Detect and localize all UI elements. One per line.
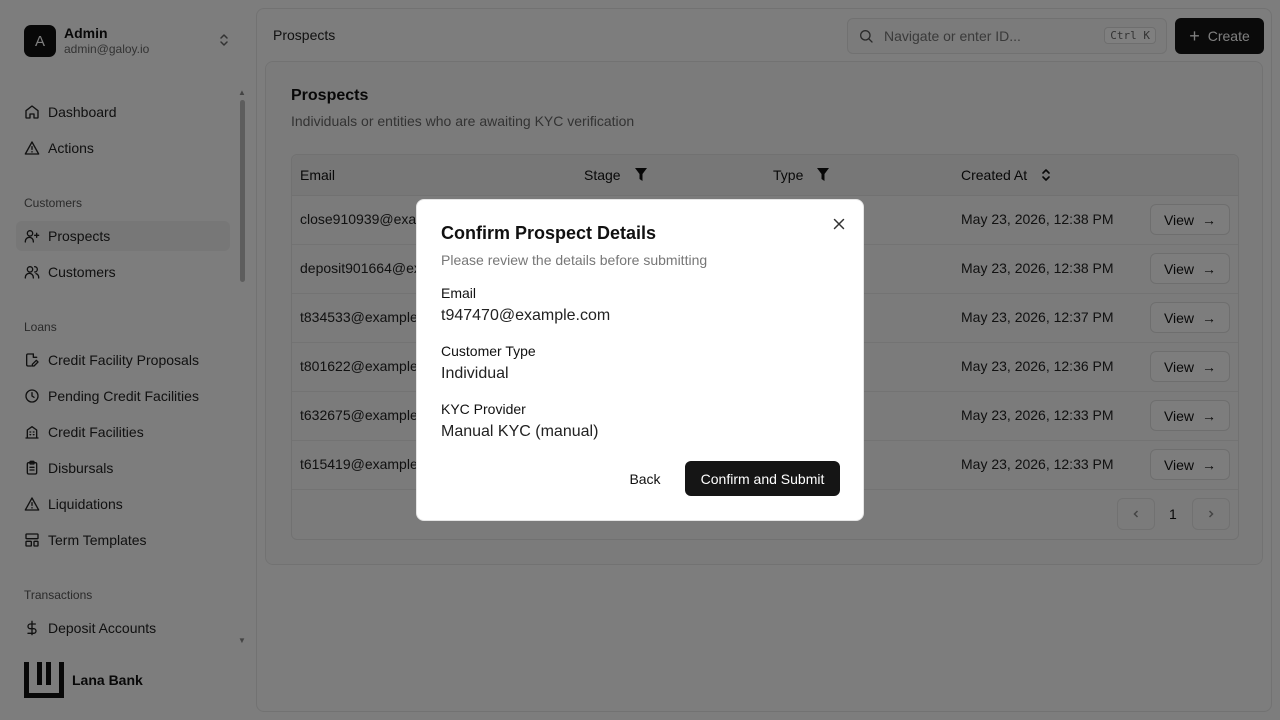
confirm-dialog: Confirm Prospect Details Please review t… <box>416 199 864 521</box>
field-label-customer-type: Customer Type <box>441 343 536 359</box>
field-value-email: t947470@example.com <box>441 307 611 324</box>
field-label-kyc-provider: KYC Provider <box>441 401 526 417</box>
field-value-kyc-provider: Manual KYC (manual) <box>441 423 599 440</box>
field-label-email: Email <box>441 285 477 301</box>
back-button[interactable]: Back <box>617 462 673 496</box>
close-icon[interactable] <box>831 216 847 232</box>
dialog-title: Confirm Prospect Details <box>441 223 657 243</box>
confirm-submit-button[interactable]: Confirm and Submit <box>685 461 840 496</box>
field-value-customer-type: Individual <box>441 365 509 382</box>
dialog-description: Please review the details before submitt… <box>441 252 708 268</box>
